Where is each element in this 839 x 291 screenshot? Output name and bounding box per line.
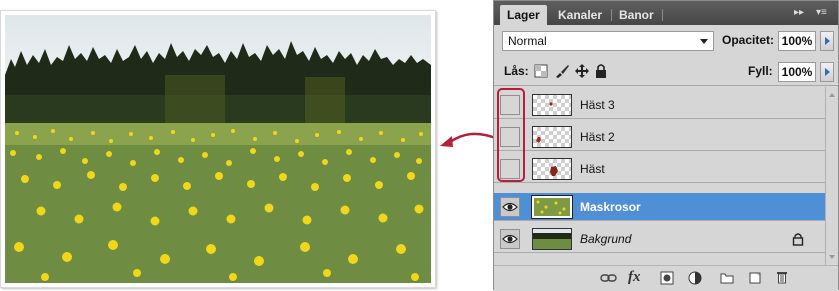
link-icon[interactable] <box>600 273 618 283</box>
collapse-icon[interactable]: ▸▸ <box>794 7 804 18</box>
tab-banor[interactable]: Banor <box>612 5 661 25</box>
blend-mode-select[interactable]: Normal <box>502 31 714 51</box>
layers-scrollbar[interactable] <box>825 87 838 265</box>
panel-menu-icon[interactable]: ▾≡ <box>816 7 827 18</box>
dandelion-field-photo <box>0 10 436 288</box>
layer-name: Häst <box>580 162 605 176</box>
visibility-toggle[interactable] <box>500 229 520 249</box>
trash-icon[interactable] <box>776 270 788 285</box>
fill-label: Fyll: <box>748 64 773 78</box>
layer-row-hast-2[interactable]: Häst 2 <box>494 123 826 151</box>
horse-icon <box>536 137 541 143</box>
layer-thumbnail <box>532 126 572 148</box>
tab-separator <box>662 9 663 21</box>
layer-name: Bakgrund <box>580 232 632 246</box>
lock-brush-icon[interactable] <box>554 63 570 79</box>
photo-image <box>5 15 431 283</box>
layer-row-bakgrund[interactable]: Bakgrund <box>494 225 826 253</box>
opacity-input[interactable]: 100% <box>778 31 816 51</box>
horse-icon <box>550 166 558 176</box>
layer-thumbnail <box>532 158 572 180</box>
panel-bottom-toolbar: fx <box>494 265 838 291</box>
blend-mode-value: Normal <box>508 34 547 48</box>
visibility-toggle[interactable] <box>500 197 520 217</box>
layers-panel: Lager Kanaler Banor ▸▸ ▾≡ Normal Opacite… <box>493 0 839 291</box>
opacity-slider-button[interactable] <box>820 31 834 51</box>
layer-row-maskrosor[interactable]: Maskrosor <box>494 193 826 221</box>
layer-row-hast[interactable]: Häst <box>494 155 826 183</box>
lock-transparency-icon[interactable] <box>534 64 548 78</box>
layer-row-hast-3[interactable]: Häst 3 <box>494 91 826 119</box>
mask-icon[interactable] <box>660 271 674 285</box>
lock-all-icon[interactable] <box>594 63 608 79</box>
landscape-thumb-icon <box>533 229 571 249</box>
layer-thumbnail <box>532 94 572 116</box>
tab-lager[interactable]: Lager <box>500 5 547 25</box>
pointer-arrow <box>440 132 498 147</box>
dandelion-thumb-icon <box>534 198 570 216</box>
lock-fill-row: Lås: Fyll: 100% <box>494 59 838 86</box>
layer-thumbnail <box>531 195 573 219</box>
folder-icon[interactable] <box>720 272 734 284</box>
panel-tab-bar: Lager Kanaler Banor ▸▸ ▾≡ <box>494 1 838 25</box>
tab-kanaler[interactable]: Kanaler <box>551 5 609 25</box>
layer-name: Maskrosor <box>580 200 641 214</box>
eye-icon <box>502 202 518 212</box>
scroll-down-icon[interactable] <box>829 255 835 259</box>
opacity-label: Opacitet: <box>722 33 775 47</box>
lock-icon <box>792 233 804 246</box>
visibility-highlight-box <box>497 88 525 182</box>
new-layer-icon[interactable] <box>748 271 762 285</box>
scroll-up-icon[interactable] <box>829 93 835 97</box>
layers-list: Häst 3 Häst 2 Häst Maskrosor Bakgrund <box>494 87 826 265</box>
adjustment-icon[interactable] <box>688 271 704 285</box>
blend-opacity-row: Normal Opacitet: 100% <box>494 29 838 55</box>
horse-icon <box>549 102 553 106</box>
chevron-down-icon <box>700 39 708 44</box>
eye-icon <box>502 234 518 244</box>
layer-name: Häst 2 <box>580 130 615 144</box>
lock-move-icon[interactable] <box>574 63 590 79</box>
lock-label: Lås: <box>504 64 529 78</box>
fill-slider-button[interactable] <box>820 62 834 82</box>
fx-icon[interactable]: fx <box>628 269 641 286</box>
layer-thumbnail <box>532 228 572 250</box>
layer-name: Häst 3 <box>580 98 615 112</box>
fill-input[interactable]: 100% <box>778 62 816 82</box>
